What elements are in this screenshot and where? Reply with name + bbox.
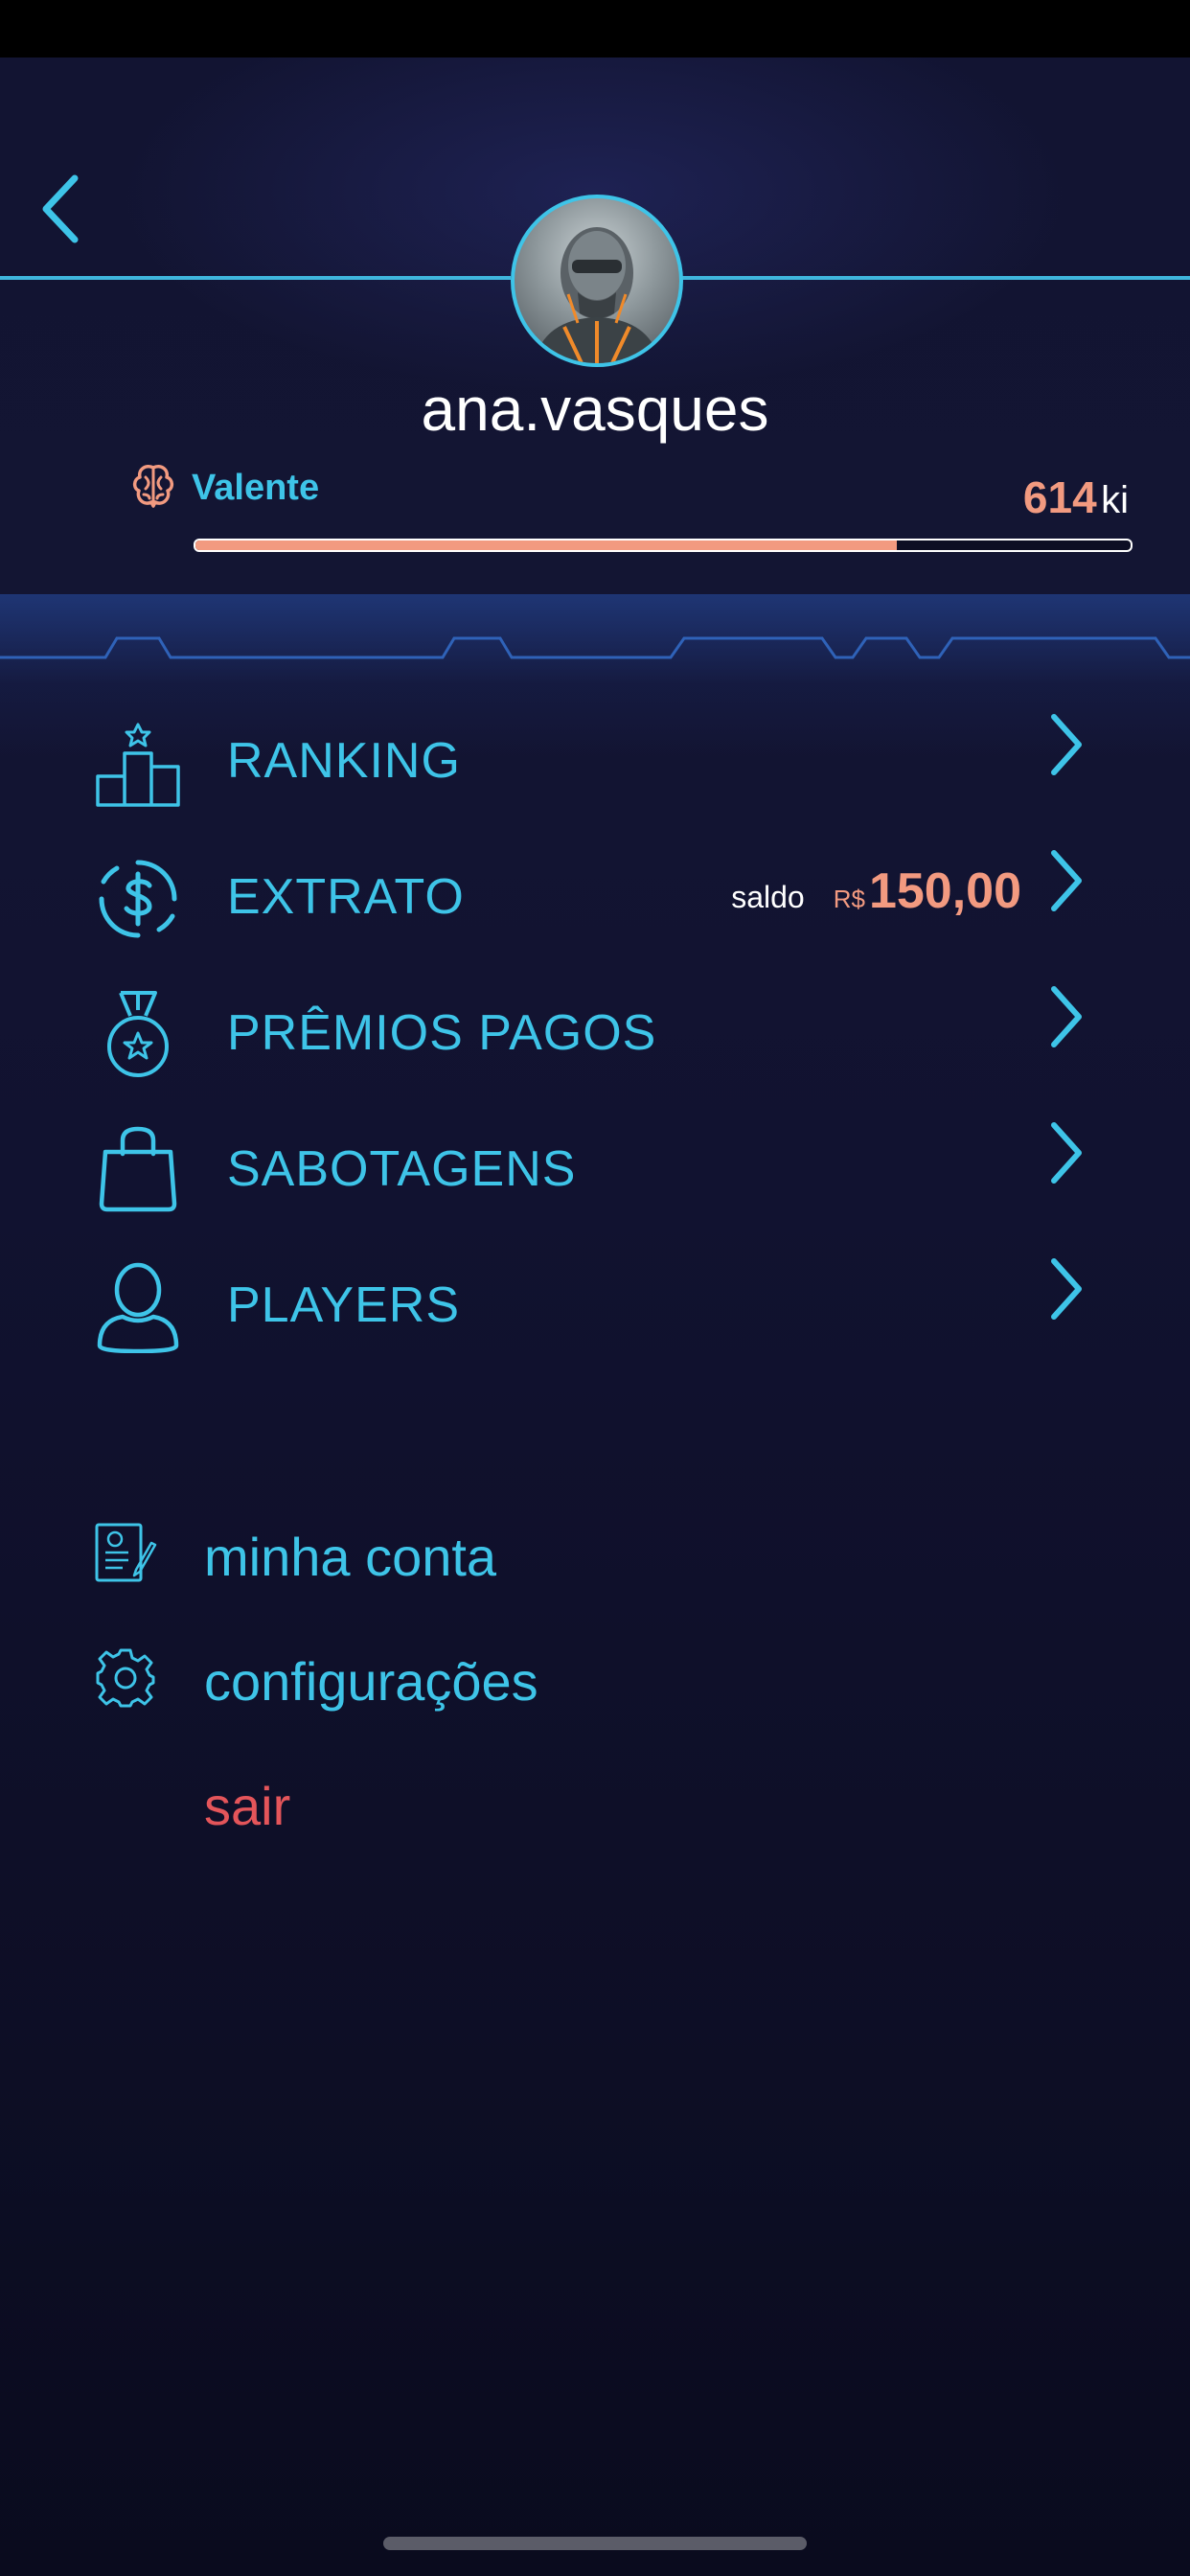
status-bar (0, 0, 1190, 58)
ki-unit: ki (1101, 479, 1129, 521)
balance-amount: 150,00 (868, 863, 1021, 919)
back-button[interactable] (38, 171, 86, 247)
menu-label: SABOTAGENS (227, 1141, 577, 1197)
header-line-left (0, 276, 511, 280)
level-progress-bar (194, 539, 1133, 552)
ki-points: 614 ki (1023, 472, 1129, 523)
menu-label: EXTRATO (227, 869, 465, 925)
balance-label: saldo (731, 880, 805, 914)
username: ana.vasques (421, 375, 769, 444)
menu-extrato[interactable]: EXTRATO saldo R$150,00 (0, 836, 1190, 960)
brain-icon (132, 465, 174, 508)
logout-label: sair (204, 1776, 291, 1836)
chevron-right-icon (1051, 1258, 1082, 1320)
gear-icon (96, 1648, 155, 1708)
user-icon (97, 1262, 179, 1353)
balance: saldo R$150,00 (731, 862, 1021, 920)
chevron-right-icon (1051, 986, 1082, 1047)
podium-icon (96, 723, 180, 807)
chevron-left-icon (42, 174, 79, 243)
balance-currency: R$ (833, 885, 865, 913)
rank-name: Valente (192, 468, 320, 508)
avatar[interactable] (511, 195, 683, 367)
menu-label: configurações (204, 1651, 538, 1712)
chevron-right-icon (1051, 714, 1082, 775)
header-line-right (679, 276, 1190, 280)
dollar-cycle-icon (99, 860, 177, 938)
ki-value: 614 (1022, 472, 1097, 522)
menu-premios-pagos[interactable]: PRÊMIOS PAGOS (0, 972, 1190, 1096)
medal-icon (107, 991, 169, 1077)
menu-label: PRÊMIOS PAGOS (227, 1005, 657, 1061)
home-indicator[interactable] (383, 2537, 807, 2550)
account-document-icon (95, 1523, 157, 1582)
level-progress-fill (195, 540, 897, 550)
logout-button[interactable]: sair (0, 1754, 1190, 1850)
robot-avatar-image (534, 227, 660, 363)
menu-configuracoes[interactable]: configurações (0, 1629, 1190, 1725)
menu-label: RANKING (227, 733, 461, 789)
chevron-right-icon (1051, 850, 1082, 911)
menu-sabotagens[interactable]: SABOTAGENS (0, 1108, 1190, 1232)
chevron-right-icon (1051, 1122, 1082, 1184)
menu-label: minha conta (204, 1527, 497, 1587)
menu-players[interactable]: PLAYERS (0, 1244, 1190, 1368)
menu-minha-conta[interactable]: minha conta (0, 1505, 1190, 1600)
shopping-bag-icon (99, 1126, 177, 1212)
menu-ranking[interactable]: RANKING (0, 700, 1190, 824)
profile-screen: ana.vasques Valente 614 ki RANKING EXTRA… (0, 58, 1190, 2576)
header-divider (0, 636, 1190, 659)
menu-label: PLAYERS (227, 1277, 461, 1333)
